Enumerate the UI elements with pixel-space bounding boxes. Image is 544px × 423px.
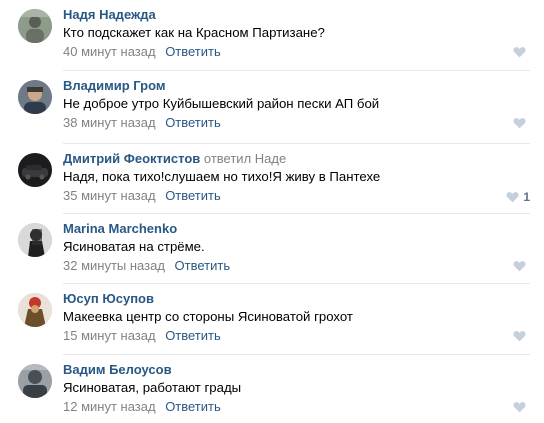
comment-meta: 32 минуты назад Ответить xyxy=(63,258,230,273)
comment-author-line: Владимир Гром xyxy=(63,78,165,93)
reply-button[interactable]: Ответить xyxy=(165,399,221,414)
reply-note: ответил xyxy=(203,151,252,166)
comment-time[interactable]: 15 минут назад xyxy=(63,328,156,343)
comment-text: Ясиноватая на стрёме. xyxy=(63,239,205,254)
avatar[interactable] xyxy=(18,364,52,398)
reply-button[interactable]: Ответить xyxy=(165,44,221,59)
like-button[interactable] xyxy=(513,330,530,342)
author-name[interactable]: Дмитрий Феоктистов xyxy=(63,151,200,166)
like-button[interactable] xyxy=(513,117,530,129)
comment-text: Макеевка центр со стороны Ясиноватой гро… xyxy=(63,309,353,324)
comment-text: Ясиноватая, работают грады xyxy=(63,380,242,395)
like-button[interactable] xyxy=(513,46,530,58)
comment-time[interactable]: 35 минут назад xyxy=(63,188,156,203)
reply-target-link[interactable]: Наде xyxy=(255,151,286,166)
reply-button[interactable]: Ответить xyxy=(175,258,231,273)
author-name[interactable]: Marina Marchenko xyxy=(63,221,177,236)
like-button[interactable] xyxy=(513,401,530,413)
heart-icon xyxy=(513,402,526,413)
reply-button[interactable]: Ответить xyxy=(165,188,221,203)
heart-icon xyxy=(513,47,526,58)
like-button[interactable]: 1 xyxy=(506,190,530,204)
comment-author-line: Marina Marchenko xyxy=(63,221,177,236)
avatar[interactable] xyxy=(18,223,52,257)
author-name[interactable]: Вадим Белоусов xyxy=(63,362,172,377)
avatar[interactable] xyxy=(18,80,52,114)
reply-button[interactable]: Ответить xyxy=(165,328,221,343)
comment-text: Кто подскажет как на Красном Партизане? xyxy=(63,25,325,40)
author-name[interactable]: Надя Надежда xyxy=(63,7,156,22)
avatar[interactable] xyxy=(18,293,52,327)
comment-item: Marina Marchenko Ясиноватая на стрёме. 3… xyxy=(0,214,544,284)
author-name[interactable]: Владимир Гром xyxy=(63,78,165,93)
comment-time[interactable]: 38 минут назад xyxy=(63,115,156,130)
comment-item: Дмитрий Феоктистов ответил Наде Надя, по… xyxy=(0,144,544,214)
comment-time[interactable]: 12 минут назад xyxy=(63,399,156,414)
comment-author-line: Юсуп Юсупов xyxy=(63,291,154,306)
heart-icon xyxy=(513,118,526,129)
like-count: 1 xyxy=(523,190,530,204)
comment-author-line: Вадим Белоусов xyxy=(63,362,172,377)
comment-item: Вадим Белоусов Ясиноватая, работают град… xyxy=(0,355,544,423)
comment-author-line: Дмитрий Феоктистов ответил Наде xyxy=(63,151,286,166)
comment-item: Владимир Гром Не доброе утро Куйбышевски… xyxy=(0,71,544,144)
comments-list: Надя Надежда Кто подскажет как на Красно… xyxy=(0,0,544,423)
avatar[interactable] xyxy=(18,153,52,187)
comment-author-line: Надя Надежда xyxy=(63,7,156,22)
author-name[interactable]: Юсуп Юсупов xyxy=(63,291,154,306)
heart-icon xyxy=(513,261,526,272)
like-button[interactable] xyxy=(513,260,530,272)
comment-text: Не доброе утро Куйбышевский район пески … xyxy=(63,96,380,111)
comment-meta: 38 минут назад Ответить xyxy=(63,115,221,130)
comment-text: Надя, пока тихо!слушаем но тихо!Я живу в… xyxy=(63,169,381,184)
comment-meta: 40 минут назад Ответить xyxy=(63,44,221,59)
comment-meta: 15 минут назад Ответить xyxy=(63,328,221,343)
comment-meta: 35 минут назад Ответить xyxy=(63,188,221,203)
heart-icon xyxy=(506,192,519,203)
comment-item: Надя Надежда Кто подскажет как на Красно… xyxy=(0,0,544,71)
comment-time[interactable]: 40 минут назад xyxy=(63,44,156,59)
reply-button[interactable]: Ответить xyxy=(165,115,221,130)
avatar[interactable] xyxy=(18,9,52,43)
comment-time[interactable]: 32 минуты назад xyxy=(63,258,165,273)
heart-icon xyxy=(513,331,526,342)
comment-meta: 12 минут назад Ответить xyxy=(63,399,221,414)
comment-item: Юсуп Юсупов Макеевка центр со стороны Яс… xyxy=(0,284,544,355)
